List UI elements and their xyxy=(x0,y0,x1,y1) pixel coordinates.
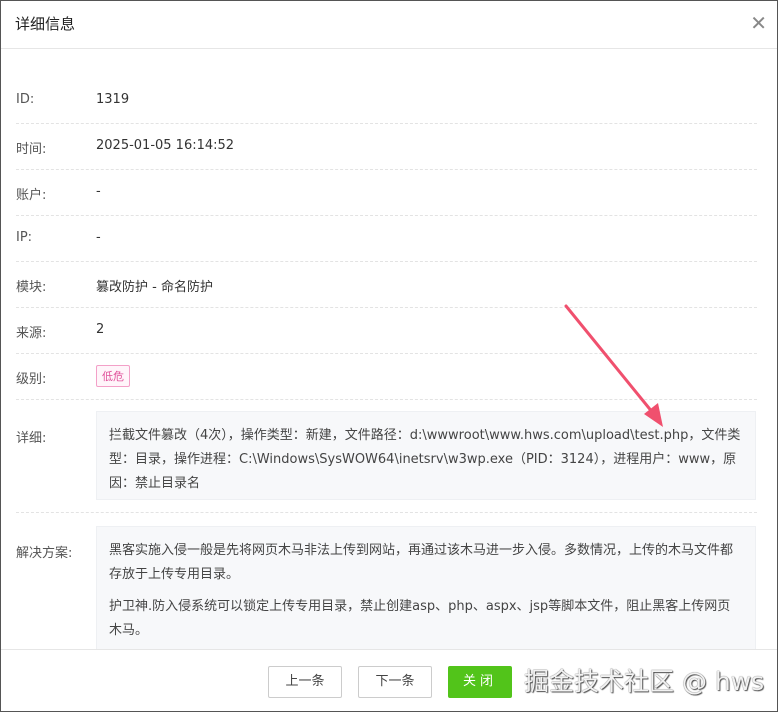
detail-box: 拦截文件篡改（4次），操作类型：新建，文件路径：d:\wwwroot\www.h… xyxy=(96,411,756,500)
close-button[interactable]: 关闭 xyxy=(448,666,512,698)
level-badge: 低危 xyxy=(96,365,130,387)
prev-button[interactable]: 上一条 xyxy=(268,666,342,698)
field-value: - xyxy=(96,230,101,245)
field-value: 2 xyxy=(96,322,105,337)
field-value: 篡改防护 - 命名防护 xyxy=(96,280,213,295)
field-label: 解决方案: xyxy=(16,546,73,561)
detail-dialog: 详细信息 ✕ ID: 1319 时间: 2025-01-05 16:14:52 账户… xyxy=(0,0,778,712)
dialog-body: ID: 1319 时间: 2025-01-05 16:14:52 账户: - IP: -… xyxy=(1,50,777,649)
dialog-title: 详细信息 xyxy=(15,15,76,33)
field-label: 来源: xyxy=(16,326,47,341)
field-label: IP: xyxy=(16,230,33,245)
detail-text: 拦截文件篡改（4次），操作类型：新建，文件路径：d:\wwwroot\www.h… xyxy=(109,428,741,491)
field-label: 级别: xyxy=(16,372,47,387)
solution-box: 黑客实施入侵一般是先将网页木马非法上传到网站，再通过该木马进一步入侵。多数情况，… xyxy=(96,526,756,649)
field-value: 2025-01-05 16:14:52 xyxy=(96,138,235,153)
solution-paragraph: 护卫神.防入侵系统可以锁定上传专用目录，禁止创建asp、php、aspx、jsp… xyxy=(109,599,731,638)
field-label: 模块: xyxy=(16,280,47,295)
field-label: 时间: xyxy=(16,142,47,157)
field-value: 1319 xyxy=(96,92,130,107)
close-icon[interactable]: ✕ xyxy=(750,11,767,35)
solution-paragraph: 黑客实施入侵一般是先将网页木马非法上传到网站，再通过该木马进一步入侵。多数情况，… xyxy=(109,543,734,582)
dialog-footer: 上一条 下一条 关闭 掘金技术社区 @ hws xyxy=(1,649,777,711)
next-button[interactable]: 下一条 xyxy=(358,666,432,698)
field-label: ID: xyxy=(16,92,35,107)
field-value: - xyxy=(96,184,101,199)
dialog-header: 详细信息 ✕ xyxy=(1,1,777,49)
field-label: 账户: xyxy=(16,188,47,203)
field-label: 详细: xyxy=(16,431,47,446)
watermark: 掘金技术社区 @ hws xyxy=(524,667,765,696)
